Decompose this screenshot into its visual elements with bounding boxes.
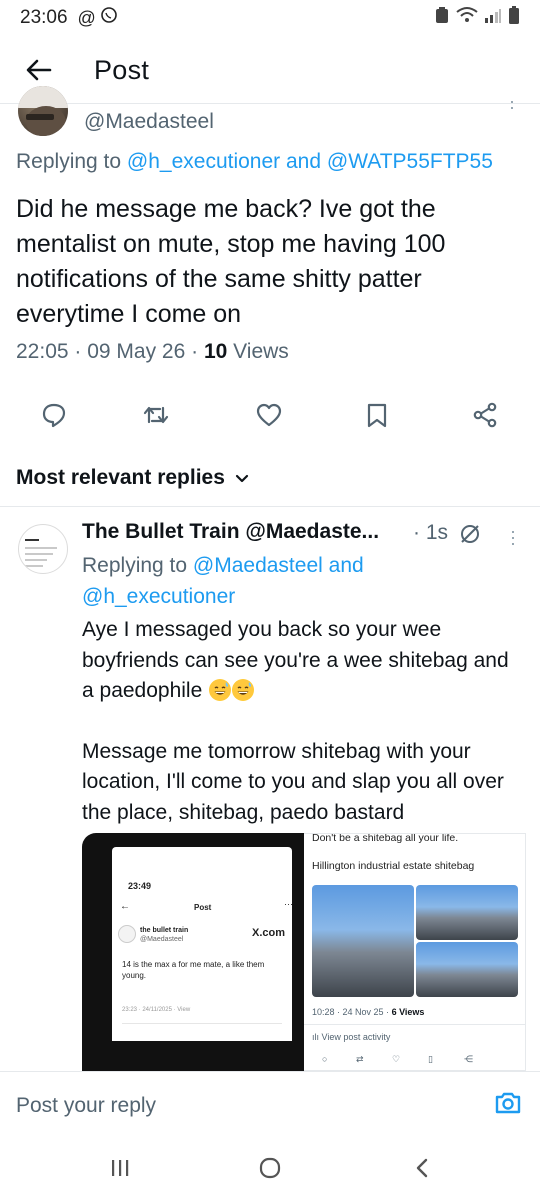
home-icon[interactable]	[250, 1154, 290, 1182]
grinning-sweat-emoji-icon	[209, 679, 232, 701]
replying-to: Replying to @h_executioner and @WATP55FT…	[16, 150, 493, 174]
replying-and: and	[286, 150, 322, 173]
page-title: Post	[94, 54, 150, 85]
battery-saver-icon	[434, 6, 450, 30]
attached-reply-icon: ○	[322, 1054, 328, 1064]
post-actions	[0, 395, 540, 439]
at-icon: @	[77, 7, 96, 28]
reply-more-options-icon[interactable]: · · ·	[510, 522, 516, 552]
reply-text-paragraph-1: Aye I messaged you back so your wee boyf…	[82, 618, 509, 702]
screenshot-more-icon: ···	[284, 899, 293, 909]
views-count: 10	[203, 340, 228, 363]
bookmark-icon[interactable]	[357, 395, 397, 435]
screenshot-divider	[122, 1023, 282, 1024]
reply-avatar[interactable]	[18, 524, 68, 574]
attached-divider	[304, 1024, 525, 1025]
replies-sort-label: Most relevant replies	[16, 466, 225, 489]
replying-and: and	[328, 554, 364, 577]
post-datetime: 22:05 · 09 May 26 ·	[16, 340, 199, 363]
battery-icon	[508, 5, 520, 31]
attached-meta-views: 6 Views	[391, 1007, 425, 1017]
estate-photo	[312, 885, 414, 997]
attached-meta: 10:28 · 24 Nov 25 · 6 Views	[312, 1007, 424, 1017]
attached-share-icon: ⋲	[464, 1054, 473, 1064]
repost-icon[interactable]	[136, 395, 176, 435]
reply-composer[interactable]: Post your reply	[0, 1072, 540, 1136]
screenshot-phone: 23:49 ← Post ··· the bullet train @Maeda…	[112, 847, 293, 1071]
status-time: 23:06	[20, 7, 68, 28]
screenshot-name: the bullet train	[140, 927, 189, 934]
screenshot-text: 14 is the max a for me mate, a like them…	[122, 960, 265, 980]
screenshot-meta: 23:23 · 24/11/2025 · View	[122, 1007, 191, 1013]
grinning-sweat-emoji-icon	[232, 679, 255, 701]
screenshot-handle: @Maedasteel	[140, 936, 184, 943]
replying-user-link[interactable]: @WATP55FTP55	[327, 150, 493, 173]
attached-activity-label: View post activity	[321, 1032, 391, 1042]
share-icon[interactable]	[465, 395, 505, 435]
replying-user-link[interactable]: @h_executioner	[82, 585, 235, 608]
replying-prefix: Replying to	[16, 150, 122, 173]
screenshot-brand: X.com	[252, 927, 286, 939]
reply-text-paragraph-2: Message me tomorrow shitebag with your l…	[82, 739, 504, 824]
wifi-icon	[456, 6, 478, 30]
screenshot-title: Post	[194, 903, 212, 912]
attached-bookmark-icon: ▯	[428, 1054, 433, 1064]
back-arrow-icon[interactable]	[22, 53, 56, 87]
screenshot-avatar	[118, 925, 136, 943]
attached-activity: ılı View post activity	[312, 1032, 390, 1042]
analytics-icon: ılı	[312, 1032, 320, 1042]
grok-icon[interactable]	[458, 522, 482, 551]
camera-icon[interactable]	[494, 1090, 522, 1121]
post-author-handle[interactable]: @Maedasteel	[84, 110, 214, 134]
estate-photo	[416, 885, 518, 940]
back-nav-icon[interactable]	[402, 1154, 442, 1182]
attached-like-icon: ♡	[392, 1054, 401, 1064]
attached-repost-icon: ⇄	[356, 1054, 364, 1064]
attached-subtitle: Hillington industrial estate shitebag	[312, 860, 475, 872]
like-icon[interactable]	[249, 395, 289, 435]
screenshot-time: 23:49	[128, 881, 152, 891]
section-divider	[0, 506, 540, 507]
replies-sort-dropdown[interactable]: Most relevant replies	[16, 466, 249, 490]
post-meta: 22:05 · 09 May 26 · 10 Views	[16, 340, 289, 364]
screenshot-back-icon: ←	[120, 901, 130, 912]
app-header: Post	[0, 40, 540, 100]
reply-text: Aye I messaged you back so your wee boyf…	[82, 615, 522, 828]
avatar[interactable]	[18, 86, 68, 136]
replying-user-link[interactable]: @Maedasteel	[193, 554, 323, 577]
reply-icon[interactable]	[34, 395, 74, 435]
estate-photo	[416, 942, 518, 997]
more-options-icon[interactable]: · ·	[509, 92, 515, 116]
whatsapp-icon	[100, 6, 118, 30]
attached-meta-time: 10:28 · 24 Nov 25 ·	[312, 1007, 390, 1017]
chevron-down-icon	[235, 466, 249, 490]
screenshot-bottom-bar	[112, 1041, 292, 1071]
replying-prefix: Replying to	[82, 554, 188, 577]
views-label: Views	[233, 340, 289, 363]
signal-icon	[484, 6, 502, 30]
replying-user-link[interactable]: @h_executioner	[127, 150, 280, 173]
attached-image-right[interactable]: Don't be a shitebag all your life. Hilli…	[304, 833, 526, 1071]
recents-icon[interactable]	[100, 1154, 140, 1182]
system-nav-bar	[0, 1136, 540, 1200]
reply-author-name[interactable]: The Bullet Train @Maedaste...	[82, 520, 379, 544]
attached-header: Don't be a shitebag all your life.	[312, 833, 459, 844]
post-text: Did he message me back? Ive got the ment…	[16, 195, 446, 328]
attached-image-left[interactable]: 23:49 ← Post ··· the bullet train @Maeda…	[82, 833, 304, 1071]
reply-replying-to: Replying to @Maedasteel and @h_execution…	[82, 550, 502, 612]
reply-time: · 1s	[413, 521, 449, 544]
status-bar: 23:06 @	[0, 0, 540, 36]
header-divider	[0, 103, 540, 104]
reply-input-placeholder[interactable]: Post your reply	[16, 1094, 156, 1118]
